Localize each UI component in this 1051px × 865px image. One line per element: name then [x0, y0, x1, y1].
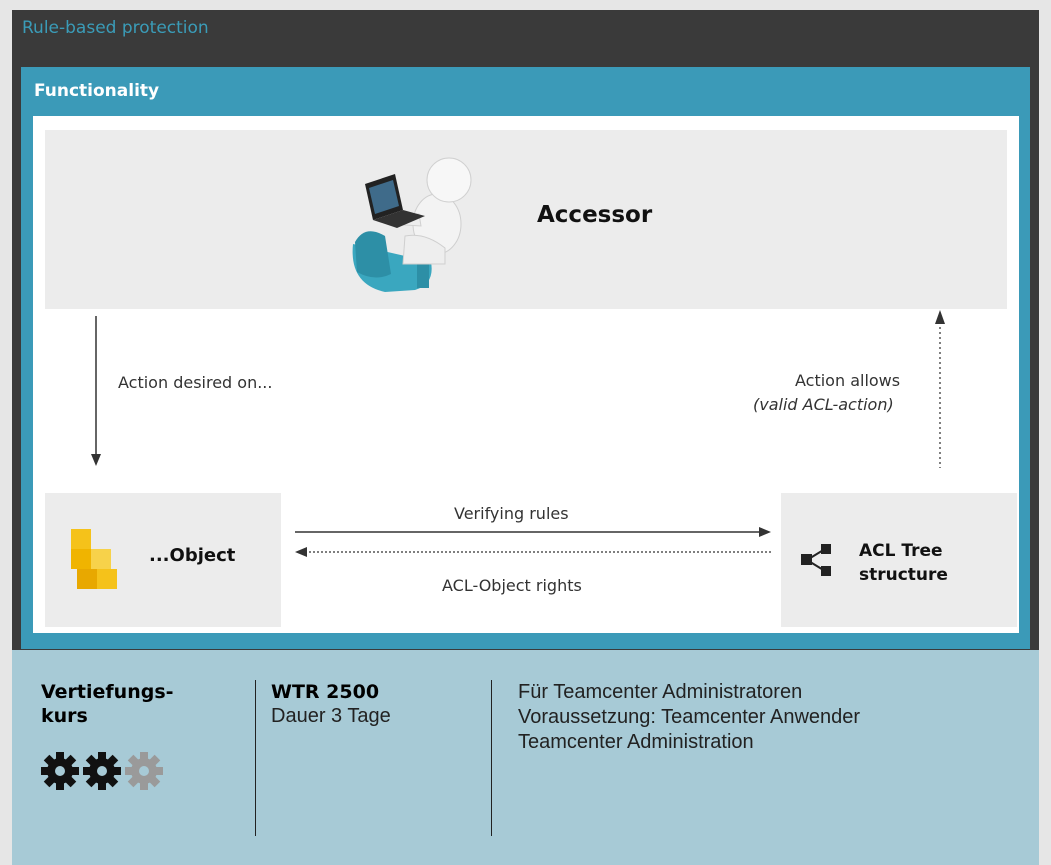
- tree-structure-icon: [801, 544, 831, 576]
- footer-divider: [255, 680, 256, 836]
- level-line1: Vertiefungs-: [41, 681, 174, 703]
- course-info-block: Für Teamcenter Administratoren Vorausset…: [518, 680, 860, 755]
- action-allows-label: Action allows: [795, 371, 901, 390]
- info-line-1: Für Teamcenter Administratoren: [518, 681, 803, 703]
- verifying-rules-label: Verifying rules: [454, 504, 569, 523]
- dotted-arrow-left-icon: [295, 547, 771, 557]
- gear-icon: [125, 752, 163, 790]
- acl-tree-box: ACL Tree structure: [781, 493, 1017, 627]
- accessor-box: Accessor: [45, 130, 1007, 309]
- arrow-down-icon: [91, 316, 101, 466]
- slide-frame: Rule-based protection Functionality Acce…: [12, 10, 1039, 650]
- object-label: ...Object: [149, 545, 236, 566]
- footer-divider: [491, 680, 492, 836]
- valid-acl-action-note: (valid ACL-action): [753, 395, 894, 414]
- level-line2: kurs: [41, 705, 88, 727]
- arrow-right-icon: [295, 527, 771, 537]
- course-duration: Dauer 3 Tage: [271, 705, 391, 727]
- course-code: WTR 2500: [271, 681, 380, 703]
- person-at-laptop-icon: [352, 157, 472, 292]
- action-desired-label: Action desired on...: [118, 373, 273, 392]
- panel-title: Functionality: [34, 81, 160, 101]
- info-line-3: Teamcenter Administration: [518, 731, 754, 753]
- stacked-cubes-icon: [71, 529, 117, 589]
- acl-object-rights-label: ACL-Object rights: [442, 576, 582, 595]
- difficulty-rating: [41, 750, 171, 792]
- gear-icon: [83, 752, 121, 790]
- accessor-label: Accessor: [537, 202, 653, 228]
- course-info-footer: Vertiefungs- kurs WTR 2500 Dauer 3 Tage …: [12, 650, 1039, 865]
- slide-title: Rule-based protection: [22, 18, 209, 38]
- acl-tree-label: ACL Tree structure: [859, 539, 948, 587]
- course-level: Vertiefungs- kurs: [41, 680, 174, 728]
- gear-icon: [41, 752, 79, 790]
- dotted-arrow-up-icon: [935, 310, 945, 468]
- diagram-area: Accessor Action desired on... Action all…: [33, 116, 1019, 633]
- acl-label-line2: structure: [859, 565, 948, 585]
- object-box: ...Object: [45, 493, 281, 627]
- functionality-panel: Functionality Accessor Action desired on…: [21, 67, 1030, 649]
- course-code-block: WTR 2500 Dauer 3 Tage: [271, 680, 391, 729]
- acl-label-line1: ACL Tree: [859, 541, 943, 561]
- info-line-2: Voraussetzung: Teamcenter Anwender: [518, 706, 861, 728]
